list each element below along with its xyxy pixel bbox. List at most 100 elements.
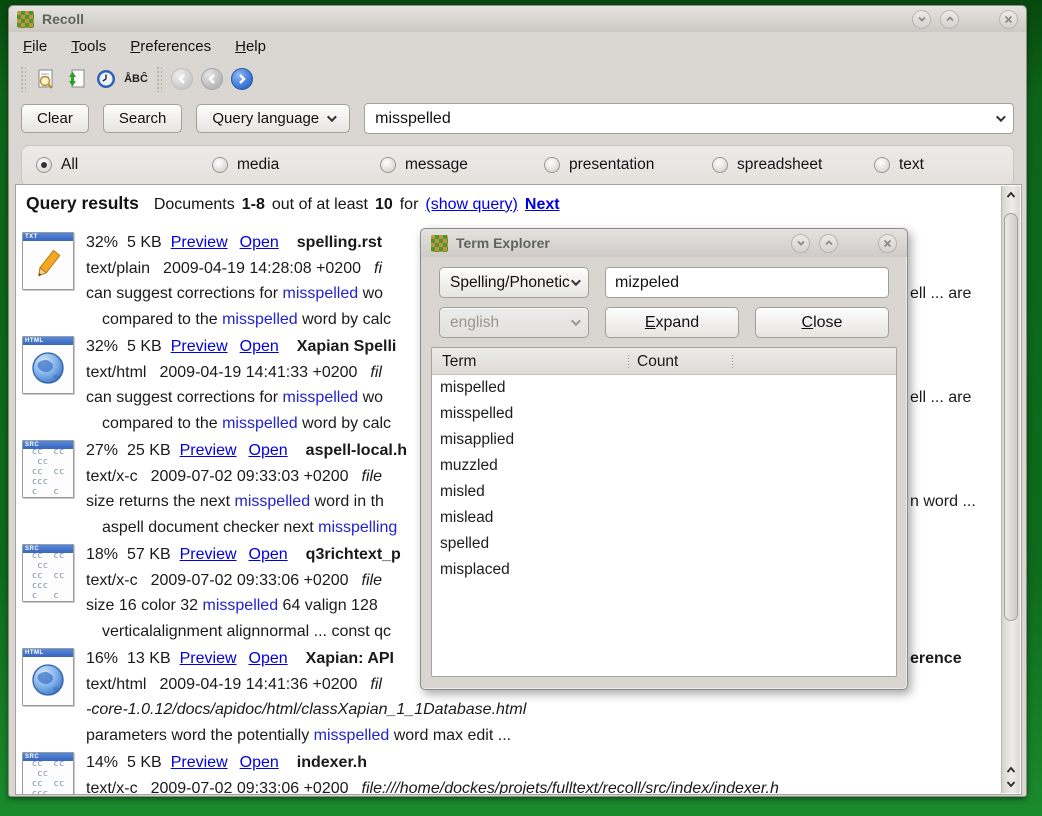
term-row[interactable]: misapplied [432, 427, 896, 453]
scroll-up2-icon[interactable] [1002, 763, 1020, 777]
result-filename: q3richtext_p [306, 546, 401, 563]
radio-icon[interactable] [712, 157, 728, 173]
titlebar[interactable]: Recoll [9, 6, 1026, 32]
term-explorer-button[interactable]: ÅBĈ [121, 65, 151, 93]
filter-media[interactable]: media [212, 156, 279, 174]
open-link[interactable]: Open [249, 650, 288, 667]
column-term[interactable]: Term [442, 348, 476, 375]
dialog-close-button[interactable] [878, 234, 897, 253]
toolbar-handle[interactable] [20, 66, 26, 92]
column-separator[interactable] [628, 355, 629, 368]
open-link[interactable]: Open [249, 442, 288, 459]
clear-button[interactable]: Clear [21, 104, 89, 133]
filter-text[interactable]: text [874, 156, 924, 174]
nav-back-button[interactable] [197, 65, 227, 93]
dialog-maximize-button[interactable] [819, 234, 838, 253]
radio-icon[interactable] [212, 157, 228, 173]
radio-icon[interactable] [874, 157, 890, 173]
close-dialog-button[interactable]: Close [755, 307, 889, 338]
close-button[interactable] [999, 10, 1018, 29]
term-input-box[interactable] [605, 267, 889, 298]
toolbar-separator [156, 66, 162, 92]
chevron-down-icon [571, 276, 581, 286]
snippet-text: wo [358, 285, 383, 302]
preview-link[interactable]: Preview [180, 442, 237, 459]
scroll-down-icon[interactable] [1002, 777, 1020, 791]
back-disabled-icon [171, 68, 193, 90]
relevance-percent: 32% [86, 338, 118, 355]
term-row[interactable]: misplaced [432, 557, 896, 583]
close-icon [1004, 15, 1013, 24]
dialog-title: Term Explorer [456, 235, 550, 251]
open-link[interactable]: Open [240, 754, 279, 771]
term-row[interactable]: mislead [432, 505, 896, 531]
preview-link[interactable]: Preview [180, 546, 237, 563]
minimize-button[interactable] [912, 10, 931, 29]
result-filename: Xapian: API [306, 650, 394, 667]
search-row: Clear Search Query language [9, 97, 1026, 138]
column-separator[interactable] [732, 355, 733, 368]
close-icon [883, 239, 892, 248]
snippet-text: word max edit ... [389, 727, 511, 744]
filter-spreadsheet[interactable]: spreadsheet [712, 156, 822, 174]
sort-document-button[interactable] [61, 65, 91, 93]
query-mode-value: Query language [212, 110, 319, 127]
term-row[interactable]: misspelled [432, 401, 896, 427]
snippet-text: compared to the [102, 311, 222, 328]
term-row[interactable]: muzzled [432, 453, 896, 479]
open-link[interactable]: Open [249, 546, 288, 563]
term-row[interactable]: mispelled [432, 375, 896, 401]
mime-type: text/x-c [86, 572, 138, 589]
term-input[interactable] [615, 268, 879, 297]
chevron-down-icon[interactable] [996, 112, 1006, 122]
filter-message[interactable]: message [380, 156, 468, 174]
results-scrollbar[interactable] [1001, 186, 1020, 793]
snippet-text: wo [358, 389, 383, 406]
doc-url: file [362, 468, 382, 485]
scroll-up-icon[interactable] [1002, 188, 1020, 202]
menu-preferences[interactable]: Preferences [130, 38, 211, 55]
highlight-term: misspelled [222, 415, 298, 432]
maximize-button[interactable] [940, 10, 959, 29]
menu-file[interactable]: File [23, 38, 47, 55]
snippet-continued: ell ... are [910, 281, 971, 307]
open-link[interactable]: Open [240, 338, 279, 355]
filter-label: presentation [569, 156, 654, 174]
menu-tools[interactable]: Tools [71, 38, 106, 55]
filter-presentation[interactable]: presentation [544, 156, 654, 174]
language-select[interactable]: english [439, 307, 589, 338]
column-count[interactable]: Count [637, 348, 678, 375]
preview-link[interactable]: Preview [171, 338, 228, 355]
snippet-continued: ell ... are [910, 385, 971, 411]
dialog-minimize-button[interactable] [791, 234, 810, 253]
doc-icon-src: SRCcc cc cc cc cc ccc c c [22, 440, 74, 498]
term-list-header: Term Count [432, 348, 896, 375]
snippet-text: aspell document checker next [102, 519, 318, 536]
query-mode-select[interactable]: Query language [196, 104, 350, 133]
nav-forward-button[interactable] [227, 65, 257, 93]
search-button[interactable]: Search [103, 104, 183, 133]
history-button[interactable] [91, 65, 121, 93]
radio-icon[interactable] [380, 157, 396, 173]
filter-all[interactable]: All [36, 156, 78, 174]
menu-help[interactable]: Help [235, 38, 266, 55]
result-filename: Xapian Spelli [297, 338, 397, 355]
preview-link[interactable]: Preview [180, 650, 237, 667]
nav-first-back-button[interactable] [167, 65, 197, 93]
expand-button[interactable]: Expand [605, 307, 739, 338]
scroll-thumb[interactable] [1004, 213, 1018, 621]
term-row[interactable]: misled [432, 479, 896, 505]
open-link[interactable]: Open [240, 234, 279, 251]
radio-icon[interactable] [36, 157, 52, 173]
preview-link[interactable]: Preview [171, 754, 228, 771]
term-explorer-titlebar[interactable]: Term Explorer [421, 229, 907, 257]
preview-link[interactable]: Preview [171, 234, 228, 251]
preview-document-button[interactable] [31, 65, 61, 93]
radio-icon[interactable] [544, 157, 560, 173]
query-combo[interactable] [364, 103, 1014, 134]
highlight-term: misspelled [283, 389, 359, 406]
query-input[interactable] [375, 110, 996, 128]
term-row[interactable]: spelled [432, 531, 896, 557]
snippet-text: 64 valign 128 [278, 597, 378, 614]
expansion-mode-select[interactable]: Spelling/Phonetic [439, 267, 589, 298]
